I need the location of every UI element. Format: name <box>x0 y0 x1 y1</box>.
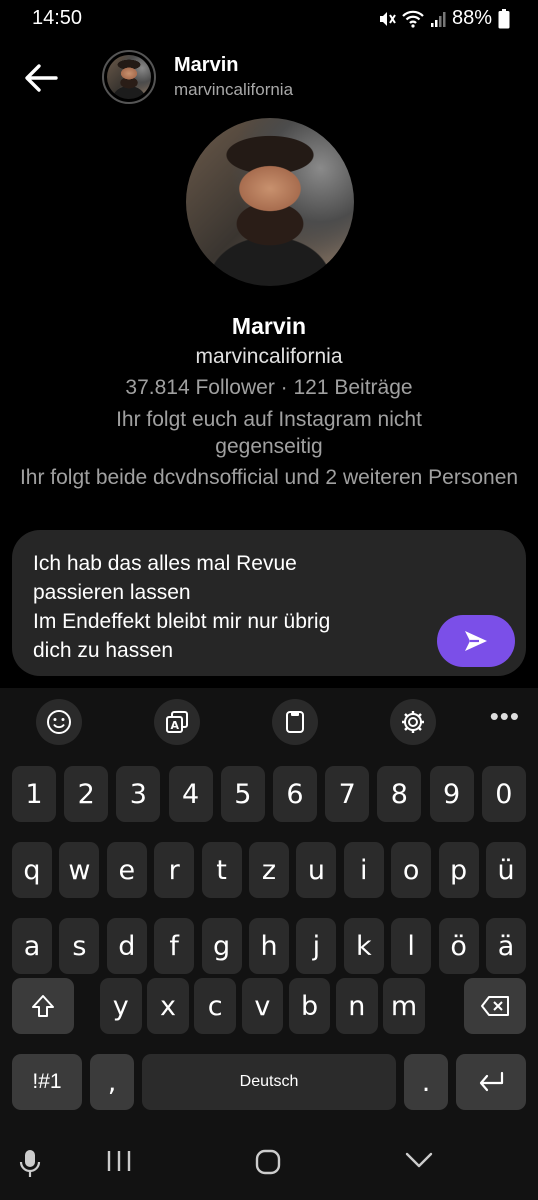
clipboard-icon <box>286 711 304 733</box>
header-handle[interactable]: marvincalifornia <box>174 80 293 100</box>
key-y[interactable]: y <box>100 978 142 1034</box>
shift-icon <box>32 995 54 1017</box>
profile-avatar[interactable] <box>186 118 354 286</box>
translate-button[interactable]: A <box>154 699 200 745</box>
symbols-key[interactable]: !#1 <box>12 1054 82 1110</box>
key-a[interactable]: a <box>12 918 52 974</box>
key-ä[interactable]: ä <box>486 918 526 974</box>
period-key[interactable]: . <box>404 1054 448 1110</box>
header-name[interactable]: Marvin <box>174 54 238 77</box>
key-q[interactable]: q <box>12 842 52 898</box>
key-2[interactable]: 2 <box>64 766 109 822</box>
emoji-button[interactable] <box>36 699 82 745</box>
battery-icon <box>498 8 510 29</box>
backspace-icon <box>481 996 509 1016</box>
clipboard-button[interactable] <box>272 699 318 745</box>
more-icon[interactable]: ••• <box>490 703 520 729</box>
recents-icon[interactable] <box>106 1148 132 1179</box>
emoji-icon <box>47 710 71 734</box>
backspace-key[interactable] <box>464 978 526 1034</box>
followed-by-note: Ihr folgt beide dcvdnsofficial und 2 wei… <box>19 466 519 489</box>
enter-icon <box>479 1071 504 1092</box>
comma-key[interactable]: , <box>90 1054 134 1110</box>
key-4[interactable]: 4 <box>168 766 213 822</box>
key-d[interactable]: d <box>106 918 147 974</box>
key-i[interactable]: i <box>343 842 384 898</box>
key-ö[interactable]: ö <box>438 918 479 974</box>
system-nav-bar <box>0 1130 538 1200</box>
key-g[interactable]: g <box>201 918 242 974</box>
key-h[interactable]: h <box>249 918 289 974</box>
key-0[interactable]: 0 <box>481 766 526 822</box>
key-7[interactable]: 7 <box>325 766 370 822</box>
key-w[interactable]: w <box>59 842 100 898</box>
key-x[interactable]: x <box>147 978 189 1034</box>
battery-percent: 88% <box>451 7 492 29</box>
key-9[interactable]: 9 <box>429 766 474 822</box>
back-button[interactable] <box>22 58 62 98</box>
key-t[interactable]: t <box>201 842 242 898</box>
key-b[interactable]: b <box>288 978 331 1034</box>
key-f[interactable]: f <box>154 918 195 974</box>
enter-key[interactable] <box>456 1054 526 1110</box>
space-key[interactable]: Deutsch <box>142 1054 396 1110</box>
key-p[interactable]: p <box>438 842 479 898</box>
arrow-left-icon <box>25 64 58 92</box>
profile-name: Marvin <box>231 313 307 339</box>
settings-button[interactable] <box>390 699 436 745</box>
header-avatar[interactable] <box>102 50 156 104</box>
message-input[interactable]: Ich hab das alles mal Revue passieren la… <box>33 549 413 665</box>
svg-text:A: A <box>171 719 180 732</box>
mute-icon <box>378 10 396 28</box>
key-3[interactable]: 3 <box>116 766 161 822</box>
key-k[interactable]: k <box>343 918 384 974</box>
message-composer[interactable]: Ich hab das alles mal Revue passieren la… <box>12 530 526 676</box>
key-c[interactable]: c <box>194 978 236 1034</box>
key-e[interactable]: e <box>106 842 147 898</box>
mutual-follow-note: Ihr folgt euch auf Instagram nicht gegen… <box>116 408 422 458</box>
shift-key[interactable] <box>12 978 74 1034</box>
avatar-photo <box>107 55 151 99</box>
back-nav-icon[interactable] <box>404 1148 434 1177</box>
key-5[interactable]: 5 <box>220 766 265 822</box>
settings-icon <box>402 711 424 733</box>
status-bar: 14:50 88% <box>0 0 538 36</box>
status-time: 14:50 <box>32 7 83 29</box>
profile-handle: marvincalifornia <box>195 345 343 368</box>
key-8[interactable]: 8 <box>377 766 422 822</box>
key-m[interactable]: m <box>383 978 425 1034</box>
mic-icon[interactable] <box>18 1148 42 1185</box>
key-z[interactable]: z <box>249 842 289 898</box>
send-icon <box>465 631 487 651</box>
profile-stats: 37.814 Follower · 121 Beiträge <box>125 376 413 399</box>
signal-icon <box>430 10 446 28</box>
key-6[interactable]: 6 <box>273 766 317 822</box>
home-icon[interactable] <box>254 1148 282 1181</box>
keyboard-toolbar: A ••• <box>0 688 538 754</box>
send-button[interactable] <box>437 615 515 667</box>
key-v[interactable]: v <box>241 978 284 1034</box>
key-j[interactable]: j <box>296 918 337 974</box>
key-r[interactable]: r <box>154 842 195 898</box>
status-icons: 88% <box>378 7 510 30</box>
key-n[interactable]: n <box>336 978 378 1034</box>
key-s[interactable]: s <box>59 918 100 974</box>
key-l[interactable]: l <box>391 918 432 974</box>
keyboard: 1234567890qwertzuiopüasdfghjklöäyxcvbnm … <box>0 754 538 1130</box>
wifi-icon <box>402 10 424 28</box>
key-u[interactable]: u <box>296 842 337 898</box>
key-o[interactable]: o <box>391 842 432 898</box>
clipboard-translate-icon: A <box>166 711 188 733</box>
chat-header: Marvin marvincalifornia <box>0 44 538 112</box>
key-1[interactable]: 1 <box>12 766 56 822</box>
key-ü[interactable]: ü <box>486 842 526 898</box>
